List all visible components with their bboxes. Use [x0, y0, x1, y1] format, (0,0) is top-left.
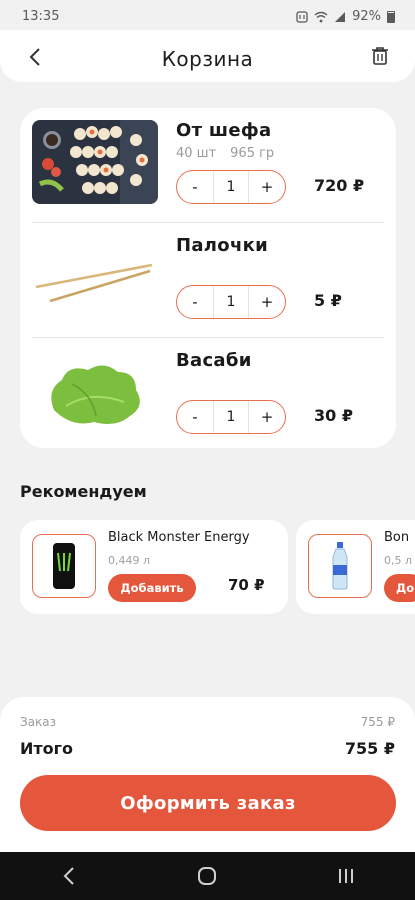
nfc-icon: [296, 10, 308, 23]
total-value: 755 ₽: [344, 739, 395, 758]
decrease-button[interactable]: -: [177, 408, 213, 426]
system-nav-bar: [0, 852, 415, 900]
nav-home-icon: [198, 867, 217, 885]
rec-item-volume: 0,449 л: [108, 554, 151, 567]
wifi-icon: [314, 11, 328, 22]
page-title: Корзина: [161, 47, 254, 71]
item-price: 720 ₽: [314, 176, 365, 195]
decrease-button[interactable]: -: [177, 293, 213, 311]
item-count: 40 шт: [176, 146, 217, 161]
wasabi-leaf-image: [32, 350, 158, 434]
water-bottle-image: [308, 534, 372, 598]
add-button[interactable]: До: [384, 574, 415, 602]
item-price: 5 ₽: [314, 291, 342, 310]
item-name: От шефа: [176, 120, 272, 141]
status-bar: 13:35 92%: [0, 0, 415, 30]
quantity-value: 1: [213, 401, 249, 433]
item-price: 30 ₽: [314, 406, 353, 425]
nav-back-icon: [63, 867, 74, 885]
battery-percent: 92%: [352, 9, 381, 24]
increase-button[interactable]: +: [249, 178, 285, 196]
nav-home-button[interactable]: [187, 856, 227, 896]
header: Корзина: [0, 30, 415, 82]
quantity-stepper: - 1 +: [176, 170, 286, 204]
item-name: Васаби: [176, 350, 252, 371]
quantity-value: 1: [213, 286, 249, 318]
item-name: Палочки: [176, 235, 269, 256]
cart-item: Палочки - 1 + 5 ₽: [20, 223, 396, 338]
recommend-card[interactable]: Black Monster Energy 0,449 л Добавить 70…: [20, 520, 288, 614]
signal-icon: [335, 11, 346, 22]
rec-item-volume: 0,5 л: [384, 554, 413, 567]
cart-item: От шефа 40 шт 965 гр - 1 + 720 ₽: [20, 108, 396, 223]
order-summary: Заказ 755 ₽ Итого 755 ₽ Оформить заказ: [0, 697, 415, 852]
order-value: 755 ₽: [360, 715, 395, 729]
battery-icon: [387, 10, 395, 23]
recommend-title: Рекомендуем: [20, 482, 147, 501]
clear-cart-button[interactable]: [371, 46, 393, 70]
nav-back-button[interactable]: [49, 856, 89, 896]
decrease-button[interactable]: -: [177, 178, 213, 196]
increase-button[interactable]: +: [249, 408, 285, 426]
chopsticks-image: [32, 235, 158, 319]
rec-item-name: Black Monster Energy: [108, 530, 250, 545]
increase-button[interactable]: +: [249, 293, 285, 311]
rec-item-price: 70 ₽: [228, 576, 265, 594]
add-button[interactable]: Добавить: [108, 574, 196, 602]
trash-icon: [372, 47, 388, 65]
checkout-button[interactable]: Оформить заказ: [20, 775, 396, 831]
cart-list: От шефа 40 шт 965 гр - 1 + 720 ₽ Палочки…: [20, 108, 396, 448]
status-time: 13:35: [22, 9, 60, 24]
item-weight: 965 гр: [230, 146, 275, 161]
quantity-value: 1: [213, 171, 249, 203]
monster-can-image: [32, 534, 96, 598]
total-label: Итого: [20, 739, 74, 758]
sushi-set-image: [32, 120, 158, 204]
status-icons: 92%: [296, 9, 395, 24]
nav-recents-icon: [338, 869, 353, 883]
order-label: Заказ: [20, 715, 57, 729]
quantity-stepper: - 1 +: [176, 400, 286, 434]
recommend-card[interactable]: Bon 0,5 л До: [296, 520, 415, 614]
quantity-stepper: - 1 +: [176, 285, 286, 319]
rec-item-name: Bon: [384, 530, 410, 545]
cart-item: Васаби - 1 + 30 ₽: [20, 338, 396, 453]
item-meta: 40 шт 965 гр: [176, 146, 274, 161]
nav-recents-button[interactable]: [326, 856, 366, 896]
